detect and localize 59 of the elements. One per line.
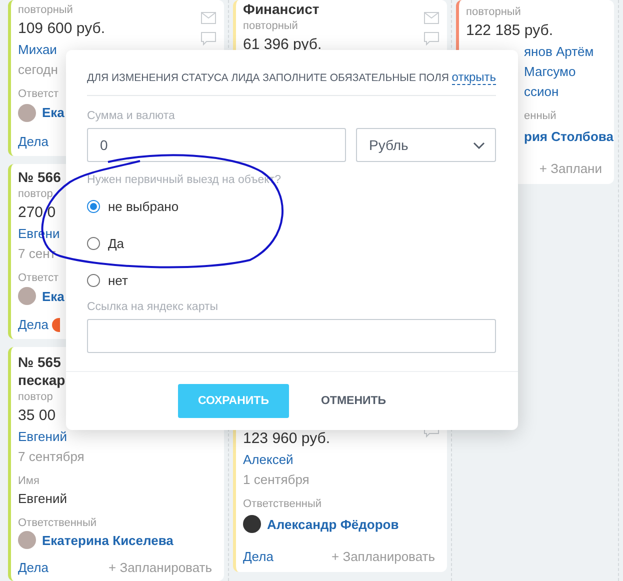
- person-link[interactable]: рия Столбова: [524, 128, 614, 144]
- date-text: 1 сентября: [243, 471, 310, 489]
- contact-link[interactable]: Евгений: [18, 426, 67, 446]
- date-text: 7 сентября: [18, 448, 84, 466]
- radio-option[interactable]: нет: [87, 262, 128, 299]
- amount-text: 270 0: [18, 202, 56, 223]
- field-label: Ответст: [18, 270, 59, 286]
- tag-text: повторный: [18, 3, 73, 18]
- tag-text: повторный: [243, 19, 298, 34]
- avatar-circle: [18, 287, 36, 306]
- avatar-circle: [18, 531, 36, 550]
- amount-text: 109 600 руб.: [18, 19, 105, 39]
- contact-link[interactable]: Михаи: [18, 40, 57, 60]
- radio-icon[interactable]: [87, 200, 100, 213]
- card-title: пескар: [18, 370, 66, 388]
- field-label: Ответственный: [243, 497, 322, 512]
- radio-icon[interactable]: [87, 274, 100, 287]
- chat-icon[interactable]: [201, 32, 216, 46]
- field-label: Ответственный: [18, 516, 97, 530]
- person-link[interactable]: Ека: [42, 288, 64, 304]
- chat-icon[interactable]: [424, 32, 439, 46]
- card-title: Финансист: [243, 0, 320, 18]
- tag-text: повторный: [466, 5, 521, 20]
- card-title: № 565: [18, 352, 61, 370]
- avatar-circle: [18, 104, 36, 122]
- deals-link[interactable]: Дела: [243, 548, 274, 564]
- dialog-heading: ДЛЯ ИЗМЕНЕНИЯ СТАТУСА ЛИДА ЗАПОЛНИТЕ ОБЯЗАТЕЛЬНЫЕ ПОЛЯ: [87, 72, 449, 84]
- deals-link[interactable]: Дела: [18, 560, 48, 576]
- field-label: Имя: [18, 474, 40, 488]
- contact-link[interactable]: Алексей: [243, 450, 294, 470]
- amount-text: 35 00: [18, 406, 56, 426]
- amount-input[interactable]: 0: [87, 128, 346, 162]
- chevron-down-icon: [473, 142, 485, 148]
- cancel-button[interactable]: ОТМЕНИТЬ: [300, 384, 406, 418]
- currency-select[interactable]: Рубль: [356, 128, 496, 162]
- person-link[interactable]: Ека: [42, 105, 64, 120]
- radio-icon[interactable]: [87, 237, 100, 250]
- date-text: сегодн: [18, 61, 58, 79]
- field-label: Ответст: [18, 87, 59, 102]
- tag-text: повтор: [18, 186, 53, 202]
- deals-link[interactable]: Дела: [18, 317, 48, 332]
- card-title: № 566: [18, 168, 61, 186]
- open-link[interactable]: открыть: [452, 70, 496, 85]
- person-link[interactable]: Екатерина Киселева: [42, 532, 174, 548]
- map-link-label: Ссылка на яндекс карты: [87, 301, 219, 313]
- amount-label: Сумма и валюта: [87, 110, 176, 122]
- field-label: енный: [523, 109, 556, 124]
- field-value: Евгений: [18, 490, 67, 508]
- radio-option[interactable]: Да: [87, 225, 124, 262]
- map-link-input[interactable]: [87, 319, 496, 353]
- tag-text: повтор: [18, 390, 53, 404]
- amount-text: 122 185 руб.: [466, 21, 553, 41]
- radio-option[interactable]: не выбрано: [87, 188, 179, 225]
- mail-icon[interactable]: [424, 12, 439, 24]
- deals-link[interactable]: Дела: [18, 134, 48, 149]
- person-link[interactable]: Александр Фёдоров: [267, 516, 399, 532]
- amount-text: 123 960 руб.: [243, 429, 330, 449]
- avatar-circle: [243, 515, 261, 533]
- mail-icon[interactable]: [201, 12, 216, 24]
